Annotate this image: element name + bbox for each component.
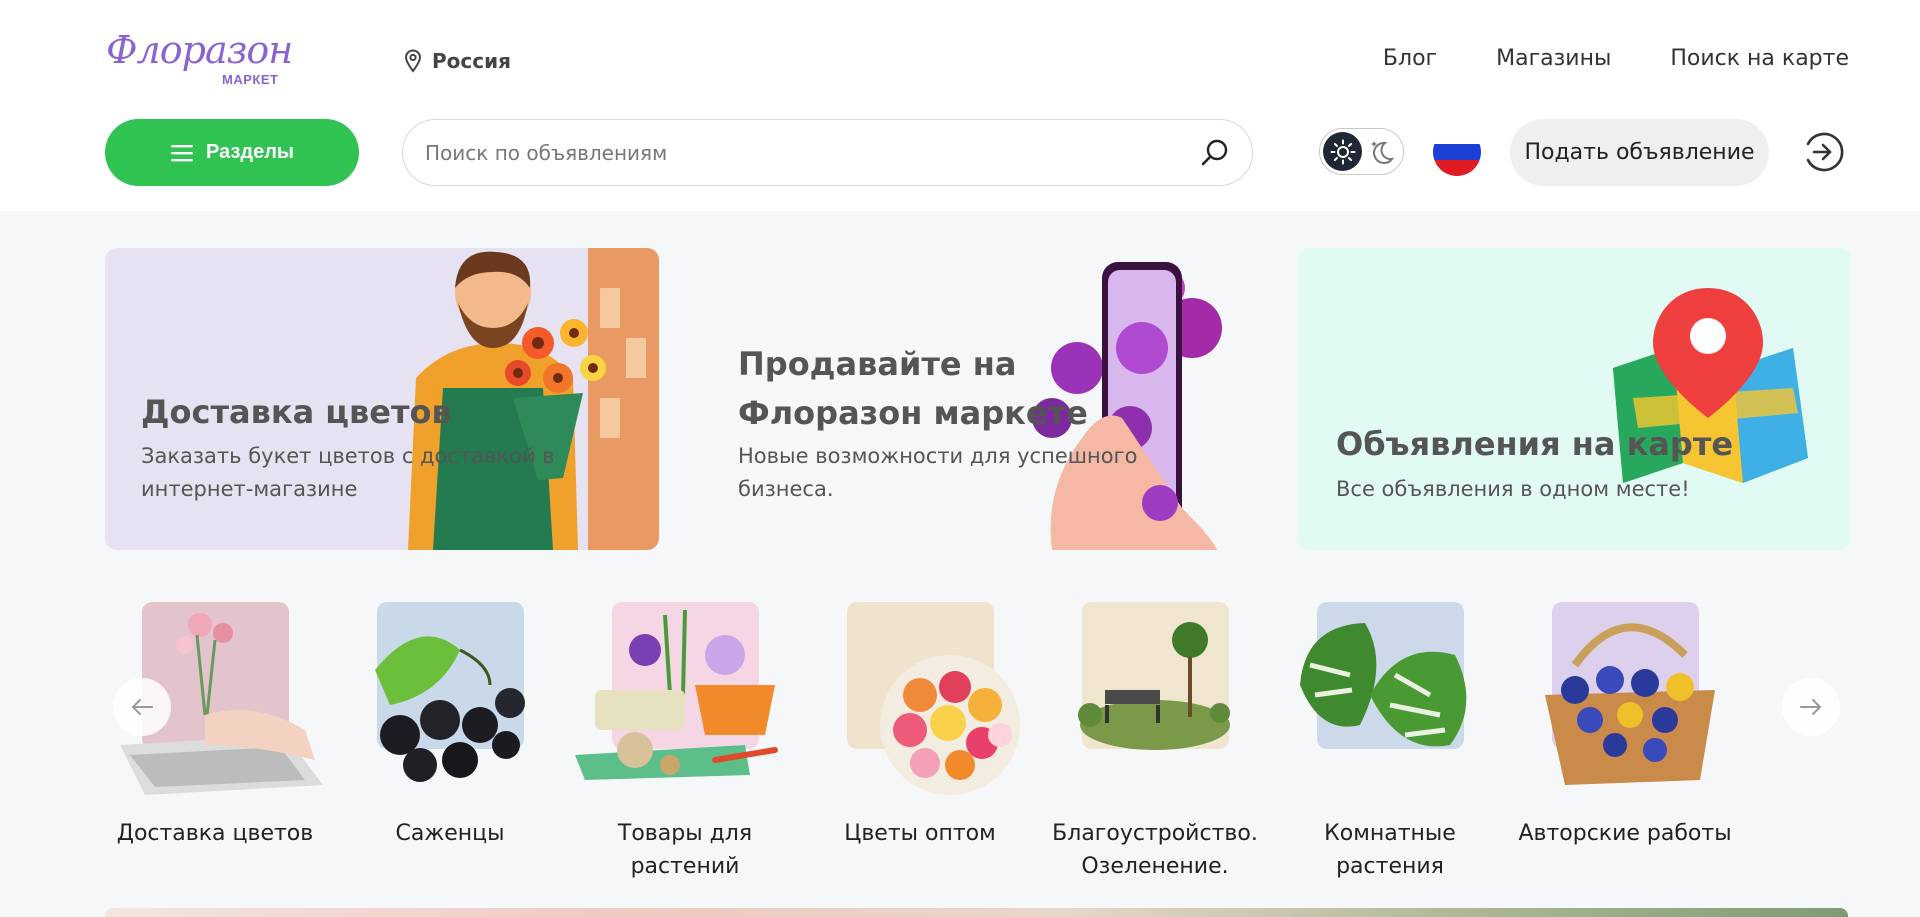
post-ad-button[interactable]: Подать объявление [1510,119,1769,186]
banner-subtitle: Все объявления в одном месте! [1336,477,1690,501]
banner-title: Доставка цветов [141,393,452,431]
sun-icon [1323,132,1362,171]
monstera-leaf-icon [1300,623,1467,747]
category-label: Товары для растений [617,821,753,879]
banner-title: Продавайте на Флоразон маркете [738,345,1088,432]
category-label: Цветы оптом [844,821,996,846]
category-carousel: Доставка цветов Саженцы Товары для расте… [105,595,1851,895]
flag-stripe-blue [1433,144,1481,161]
next-section-preview [105,908,1848,917]
sections-label: Разделы [206,141,294,163]
region-selector[interactable]: Россия [404,46,511,76]
search-input[interactable] [425,120,1165,185]
banner-subtitle: Заказать букет цветов с доставкой в инте… [141,444,555,501]
category-label: Доставка цветов [116,821,314,846]
category-label: Комнатные растения [1324,821,1456,879]
language-flag-icon[interactable] [1433,128,1481,176]
site-header: Флоразон МАРКЕТ Россия Блог Магазины Пои… [0,0,1920,211]
currant-icon [375,636,525,782]
logo[interactable]: Флоразон МАРКЕТ [106,28,293,90]
moon-icon [1371,141,1395,164]
location-pin-icon [404,49,422,73]
flower-bouquet-icon [880,655,1020,795]
carousel-next-button[interactable] [1782,678,1840,736]
arrow-left-icon [132,699,153,715]
gift-basket-icon [1545,623,1715,785]
search-bar [402,119,1253,186]
login-icon[interactable] [1800,130,1844,174]
category-label: Саженцы [395,821,505,846]
banner-title: Объявления на карте [1336,425,1734,463]
garden-supplies-icon [575,609,778,780]
theme-toggle[interactable] [1319,128,1404,175]
flag-stripe-red [1433,160,1481,176]
nav-link-map-search[interactable]: Поиск на карте [1670,46,1849,71]
logo-script: Флоразон [106,28,293,72]
search-icon[interactable] [1200,138,1230,168]
banner-flower-delivery[interactable]: Доставка цветов Заказать букет цветов с … [105,248,659,550]
top-navigation: Блог Магазины Поиск на карте [1383,46,1849,71]
category-label: Благоустройство. Озеленение. [1052,821,1258,879]
logo-subtitle: МАРКЕТ [222,72,279,87]
banner-sell-on-florazon[interactable]: Продавайте на Флоразон маркете Новые воз… [702,248,1255,550]
category-label: Авторские работы [1518,821,1732,846]
menu-icon [171,144,193,161]
region-label: Россия [432,49,511,73]
nav-link-blog[interactable]: Блог [1383,46,1437,71]
park-bench-icon [1078,622,1230,750]
sections-button[interactable]: Разделы [105,119,359,186]
banner-subtitle: Новые возможности для успешного бизнеса. [738,444,1138,501]
banner-ads-on-map[interactable]: Объявления на карте Все объявления в одн… [1298,248,1851,550]
nav-link-shops[interactable]: Магазины [1496,46,1611,71]
carousel-prev-button[interactable] [113,678,171,736]
arrow-right-icon [1800,699,1821,715]
flag-stripe-white [1433,128,1481,145]
